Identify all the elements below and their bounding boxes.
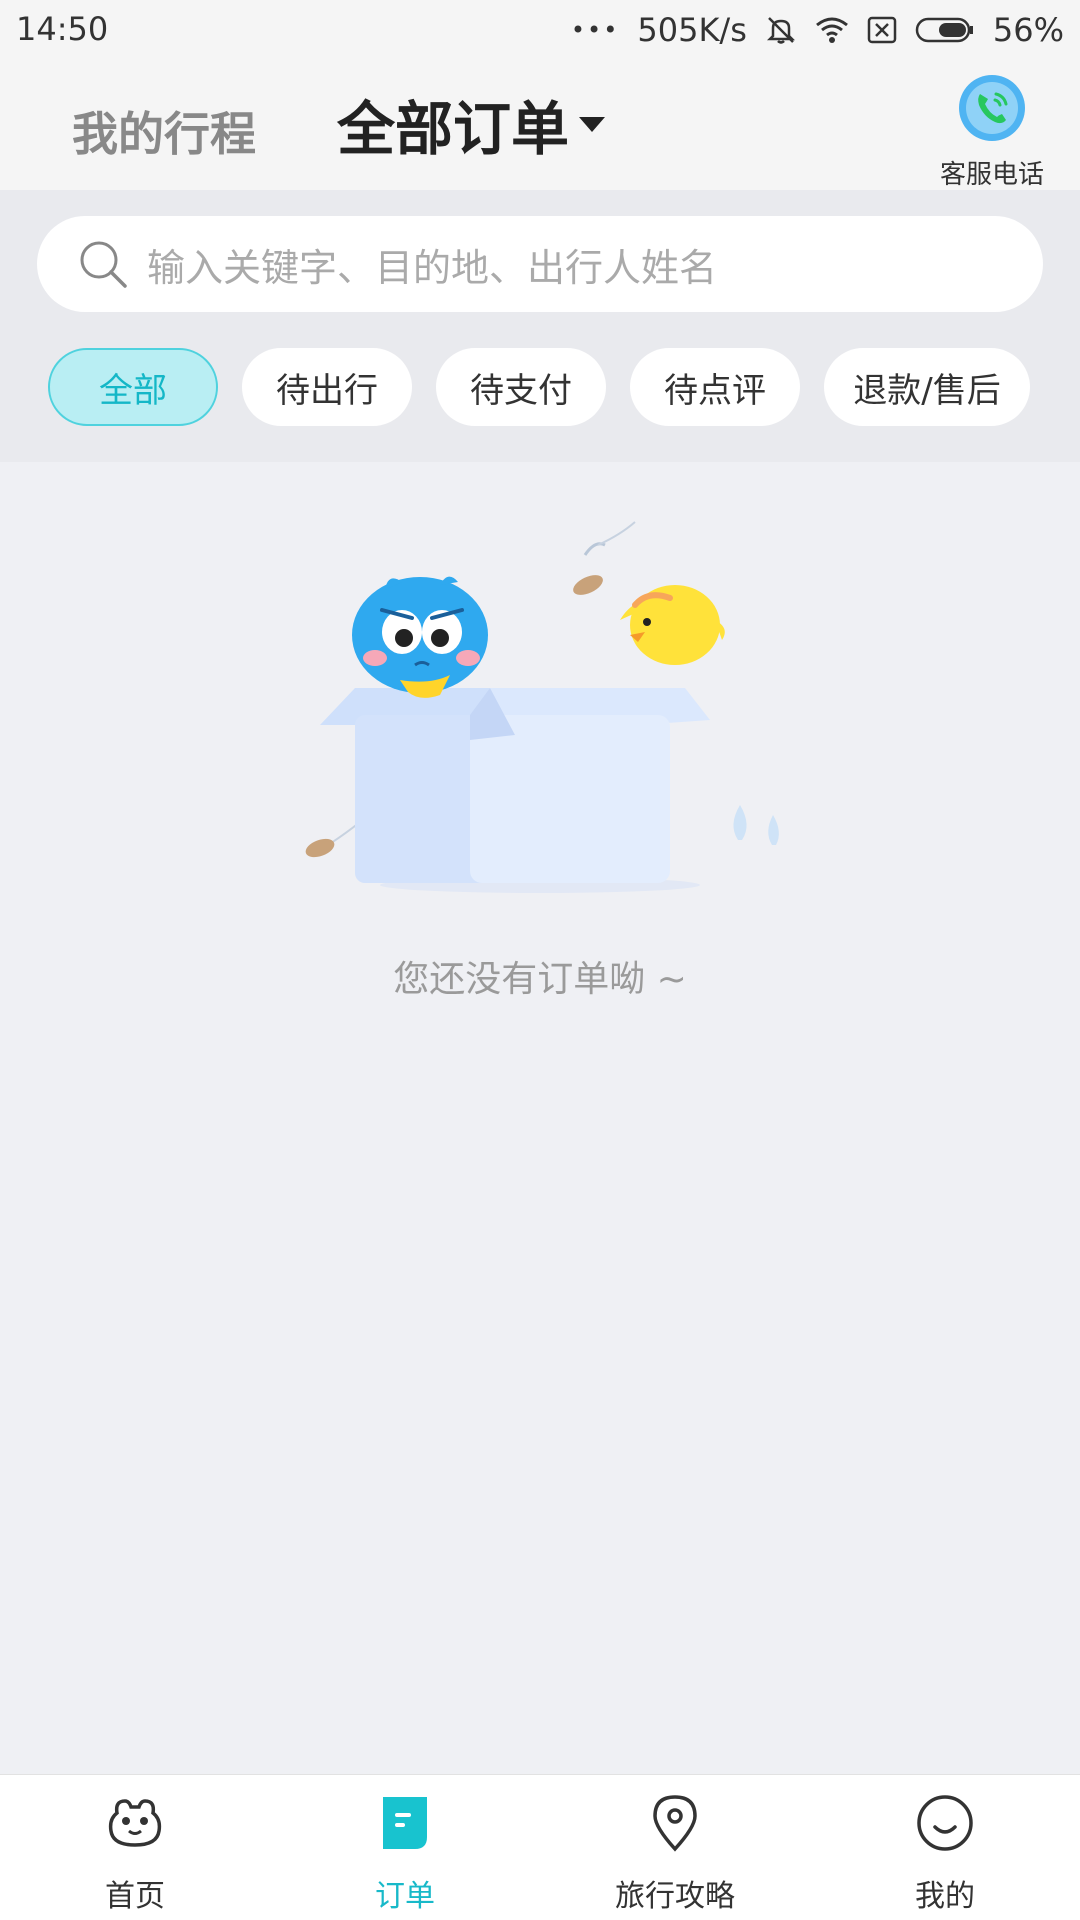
order-icon <box>383 1797 427 1849</box>
nav-label-orders: 订单 <box>375 1879 435 1914</box>
status-icons: ••• 505K/s 56% <box>571 10 1064 50</box>
status-time: 14:50 <box>16 10 109 48</box>
tab-my-trips[interactable]: 我的行程 <box>72 98 256 164</box>
nav-label-travel-guide: 旅行攻略 <box>615 1879 735 1914</box>
header: 我的行程 全部订单 客服电话 <box>0 64 1080 190</box>
empty-message: 您还没有订单呦 ~ <box>393 959 687 1000</box>
search-input[interactable]: 输入关键字、目的地、出行人姓名 <box>37 216 1043 312</box>
caret-down-icon <box>579 116 606 132</box>
empty-box-illustration <box>305 521 779 893</box>
empty-state: 您还没有订单呦 ~ <box>0 500 1080 1020</box>
tab-all-orders-label: 全部订单 <box>337 95 570 163</box>
sim-x-icon <box>867 16 897 44</box>
nav-item-mine[interactable]: 我的 <box>810 1775 1080 1920</box>
search-filter-area: 输入关键字、目的地、出行人姓名 全部 待出行 待支付 待点评 退款/售后 <box>0 190 1080 462</box>
home-mascot-icon <box>108 1799 162 1847</box>
battery-percent: 56% <box>992 11 1064 49</box>
filter-chips: 全部 待出行 待支付 待点评 退款/售后 <box>48 348 1030 426</box>
bottom-nav: 首页 订单 旅行攻略 我的 <box>0 1774 1080 1920</box>
nav-item-travel-guide[interactable]: 旅行攻略 <box>540 1775 810 1920</box>
net-speed: 505K/s <box>637 11 747 49</box>
smile-face-icon <box>917 1795 973 1851</box>
phone-icon <box>959 75 1025 141</box>
tab-all-orders-dropdown[interactable]: 全部订单 <box>337 82 606 166</box>
battery-icon <box>915 17 973 43</box>
mute-bell-icon <box>766 17 795 44</box>
nav-item-home[interactable]: 首页 <box>0 1775 270 1920</box>
search-icon <box>80 241 127 288</box>
order-screen: 14:50 ••• 505K/s 56% 我的行程 全部订单 客服电话 输入关键… <box>0 0 1080 1920</box>
location-pin-icon <box>653 1795 697 1852</box>
filter-chip-pending-review[interactable]: 待点评 <box>630 348 800 426</box>
filter-chip-pending-travel[interactable]: 待出行 <box>242 348 412 426</box>
search-placeholder: 输入关键字、目的地、出行人姓名 <box>147 245 718 290</box>
filter-chip-pending-payment[interactable]: 待支付 <box>436 348 606 426</box>
nav-label-mine: 我的 <box>915 1879 975 1914</box>
nav-item-orders[interactable]: 订单 <box>270 1775 540 1920</box>
wifi-icon <box>815 17 848 43</box>
status-bar: 14:50 ••• 505K/s 56% <box>0 0 1080 64</box>
filter-chip-refund[interactable]: 退款/售后 <box>824 348 1030 426</box>
more-dots: ••• <box>570 16 620 44</box>
customer-service-button[interactable]: 客服电话 <box>918 70 1066 190</box>
nav-label-home: 首页 <box>105 1879 165 1914</box>
customer-service-label: 客服电话 <box>939 160 1044 190</box>
filter-chip-all[interactable]: 全部 <box>48 348 218 426</box>
